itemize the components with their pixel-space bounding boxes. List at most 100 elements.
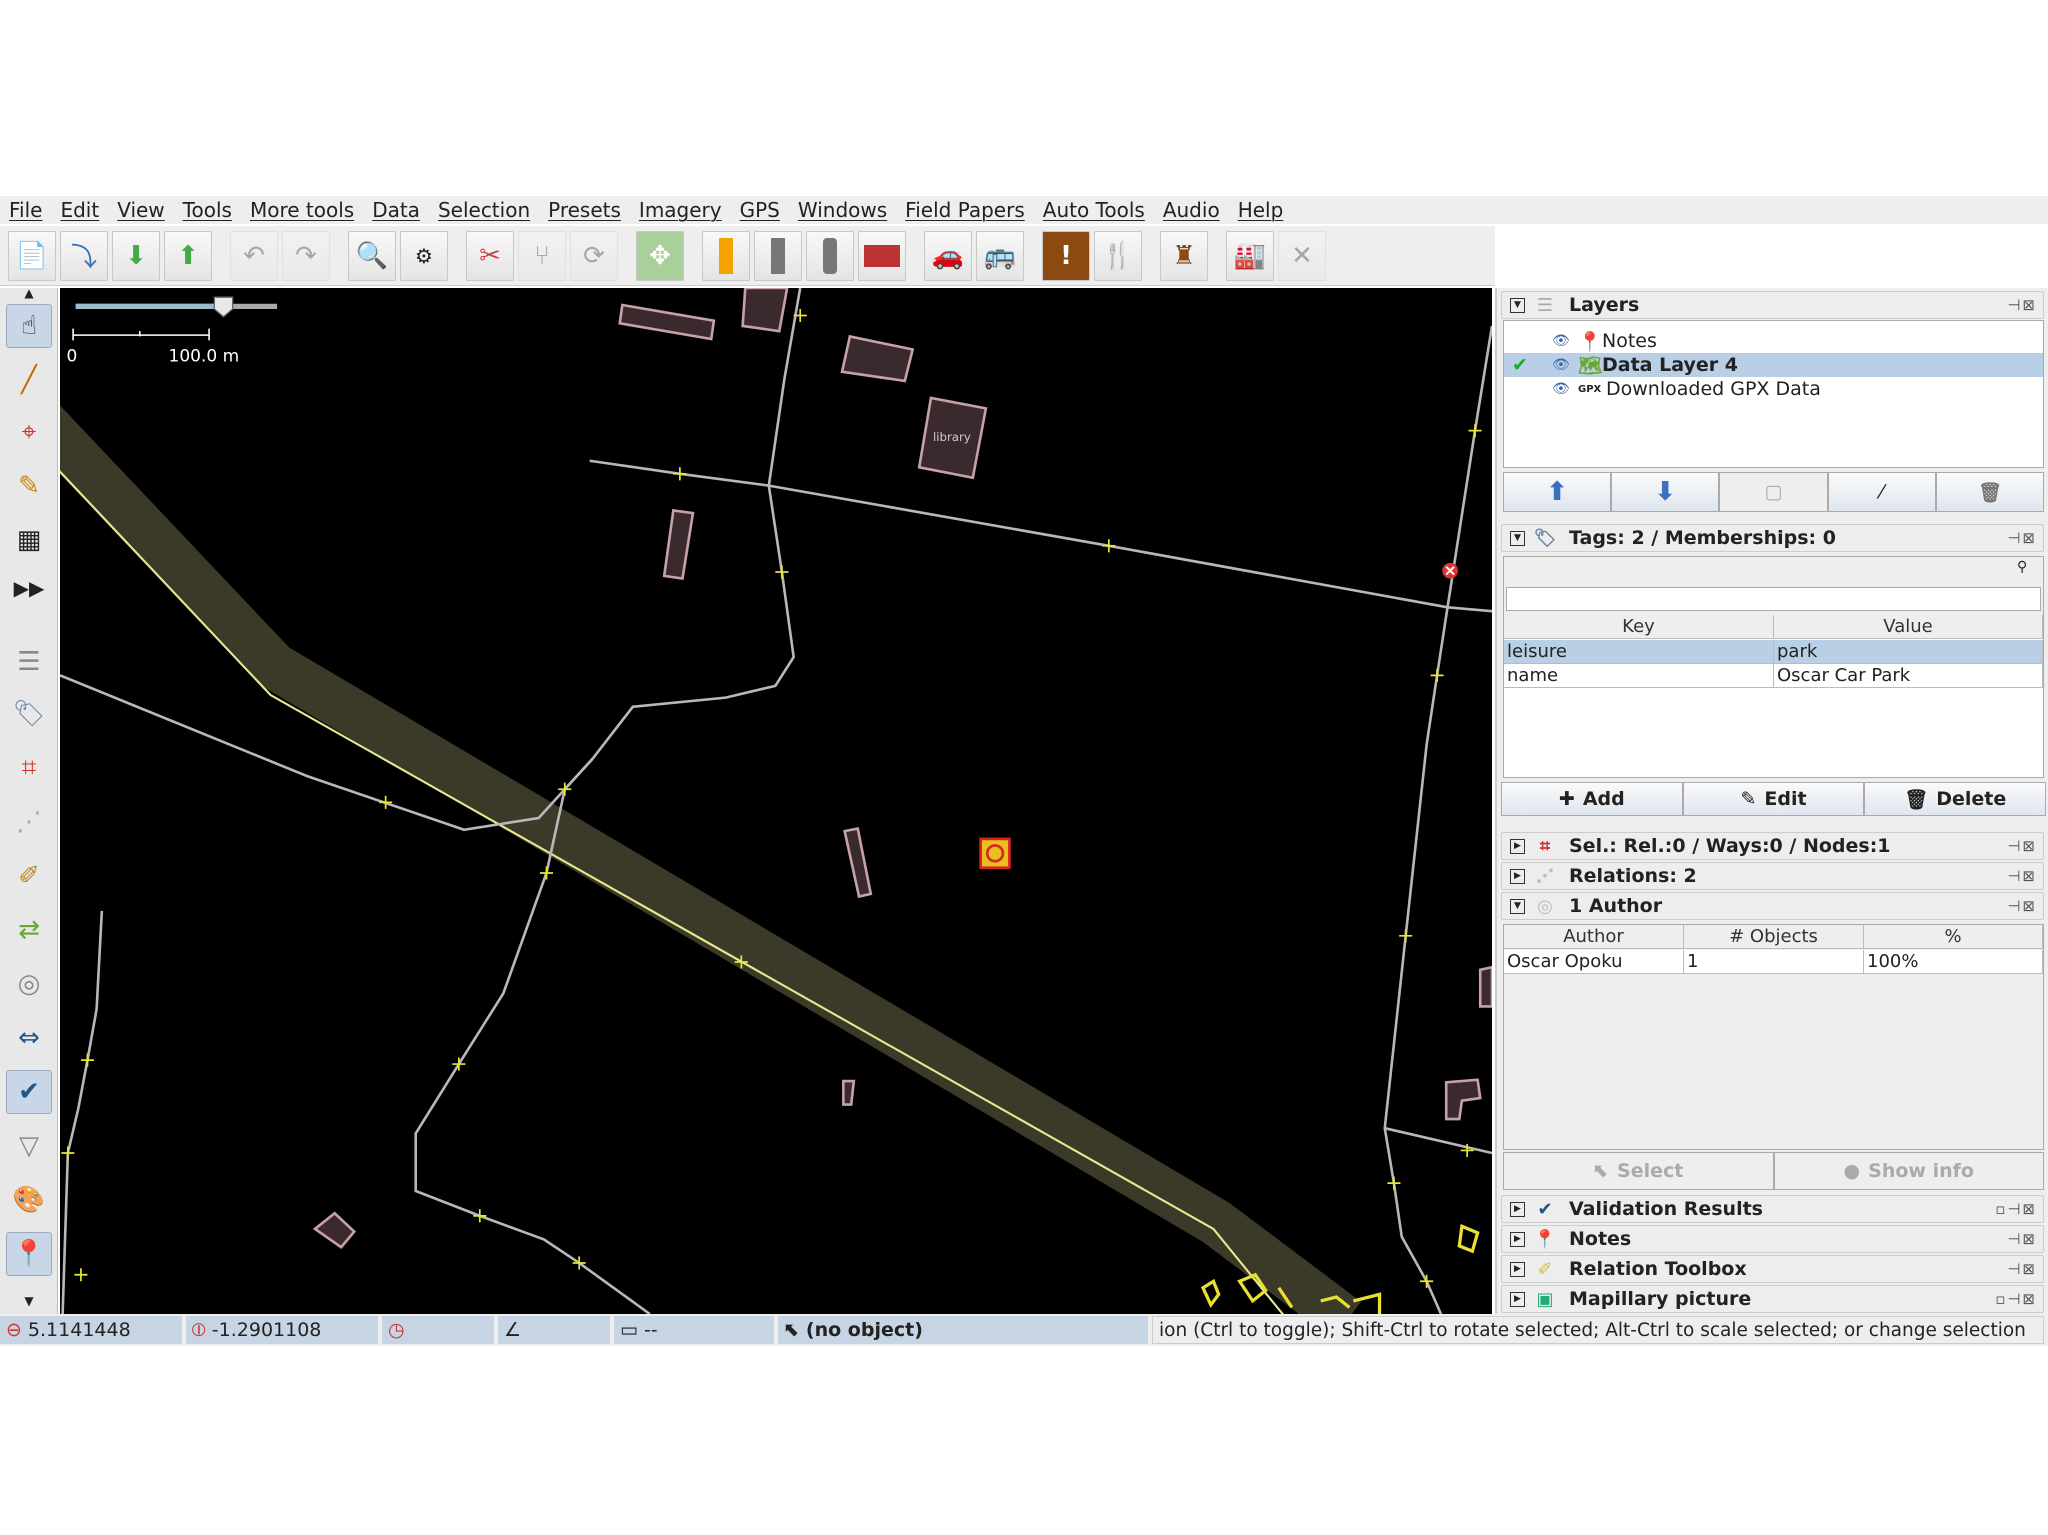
expand-toggle-icon[interactable]: ▶: [1510, 868, 1525, 884]
move-up-button[interactable]: ⬆: [1503, 472, 1612, 512]
menu-audio[interactable]: Audio: [1154, 198, 1229, 222]
layer-item-notes[interactable]: 👁 📍 Notes: [1504, 329, 2043, 353]
car-preset-icon[interactable]: 🚗: [924, 230, 972, 281]
road-way[interactable]: [589, 459, 1492, 613]
visibility-eye-icon[interactable]: 👁: [1552, 333, 1578, 349]
layers-dialog-icon[interactable]: ☰: [6, 640, 52, 684]
mapillary-dialog-header[interactable]: ▶ ▣ Mapillary picture ▫⊣⊠: [1501, 1285, 2044, 1313]
save-icon[interactable]: ⬇: [112, 230, 160, 281]
draw-mode-icon[interactable]: ╱: [6, 358, 52, 402]
pin-close-icons[interactable]: ⊣⊠: [2007, 1230, 2037, 1248]
percent-column-header[interactable]: %: [1864, 925, 2043, 949]
map-paint-styles-icon[interactable]: 🎨: [6, 1178, 52, 1222]
tag-value[interactable]: park: [1774, 640, 2043, 664]
author-column-header[interactable]: Author: [1504, 925, 1684, 949]
pin-close-icons[interactable]: ⊣⊠: [2007, 867, 2037, 885]
menu-more-tools[interactable]: More tools: [241, 198, 363, 222]
relations-dialog-header[interactable]: ▶ ⋰ Relations: 2 ⊣⊠: [1501, 862, 2044, 890]
layer-item-gpx[interactable]: 👁 GPX Downloaded GPX Data: [1504, 377, 2043, 401]
upload-icon[interactable]: ⬆: [164, 230, 212, 281]
tag-row[interactable]: leisure park: [1504, 640, 2043, 664]
building[interactable]: [1444, 1078, 1482, 1121]
pin-close-icons[interactable]: ⊣⊠: [2007, 837, 2037, 855]
layer-item-data-layer-4[interactable]: ✔ 👁 🗺 Data Layer 4: [1504, 353, 2043, 377]
refresh-icon[interactable]: ⟳: [570, 230, 618, 281]
conflict-dialog-icon[interactable]: ⇄: [6, 908, 52, 952]
delete-tag-button[interactable]: 🗑 Delete: [1864, 782, 2047, 816]
restaurant-preset-icon[interactable]: 🍴: [1094, 230, 1142, 281]
filter-dialog-icon[interactable]: ▽: [6, 1124, 52, 1168]
expand-toggle-icon[interactable]: ▶: [1510, 1291, 1525, 1307]
building[interactable]: [312, 1211, 357, 1250]
collapse-toggle-icon[interactable]: ▼: [1510, 530, 1525, 546]
tags-dialog-header[interactable]: ▼ 🏷 Tags: 2 / Memberships: 0 ⊣⊠: [1501, 524, 2044, 552]
selected-node-icon[interactable]: [979, 837, 1011, 870]
delete-layer-button[interactable]: 🗑: [1935, 472, 2045, 512]
value-column-header[interactable]: Value: [1774, 615, 2043, 639]
tags-dialog-icon[interactable]: 🏷: [6, 692, 52, 736]
expand-toggle-icon[interactable]: ▶: [1510, 1231, 1525, 1247]
tag-key[interactable]: leisure: [1504, 640, 1774, 664]
select-button[interactable]: ⬉ Select: [1503, 1152, 1774, 1190]
pin-close-icons[interactable]: ▫⊣⊠: [1995, 1290, 2037, 1308]
commands-dialog-icon[interactable]: ⇔: [6, 1016, 52, 1060]
collapse-toggle-icon[interactable]: ▼: [1510, 898, 1525, 914]
building-tool-icon[interactable]: ▦: [6, 518, 52, 562]
undo-icon[interactable]: ↶: [230, 230, 278, 281]
merge-layer-button[interactable]: ▢: [1719, 472, 1828, 512]
building[interactable]: [662, 509, 695, 581]
authors-dialog-header[interactable]: ▼ ◎ 1 Author ⊣⊠: [1501, 892, 2044, 920]
selection-dialog-icon[interactable]: ⌗: [6, 746, 52, 790]
add-tag-button[interactable]: ✚ Add: [1501, 782, 1683, 816]
menu-help[interactable]: Help: [1229, 198, 1293, 222]
expand-toggle-icon[interactable]: ▶: [1510, 1201, 1525, 1217]
layers-dialog-header[interactable]: ▼ ☰ Layers ⊣⊠: [1501, 291, 2044, 319]
tag-filter-input[interactable]: [1506, 587, 2041, 611]
notes-dialog-icon[interactable]: 📍: [6, 1232, 52, 1276]
building[interactable]: [842, 1079, 856, 1106]
menu-imagery[interactable]: Imagery: [630, 198, 731, 222]
collapse-toggle-icon[interactable]: ▼: [1510, 297, 1525, 313]
menu-gps[interactable]: GPS: [731, 198, 789, 222]
building[interactable]: [1478, 965, 1492, 1008]
open-file-icon[interactable]: 📄: [8, 230, 56, 281]
visibility-eye-icon[interactable]: 👁: [1552, 381, 1578, 397]
tag-row[interactable]: name Oscar Car Park: [1504, 664, 2043, 688]
tag-key[interactable]: name: [1504, 664, 1774, 688]
building[interactable]: [741, 288, 789, 333]
road-preset-icon[interactable]: [754, 230, 802, 281]
menu-file[interactable]: File: [0, 198, 51, 222]
scroll-down-icon[interactable]: ▼: [6, 1292, 52, 1310]
select-mode-icon[interactable]: ☝: [6, 304, 52, 348]
move-down-button[interactable]: ⬇: [1611, 472, 1720, 512]
toggle-visibility-button[interactable]: ⁄: [1827, 472, 1936, 512]
split-way-icon[interactable]: ✂: [466, 230, 514, 281]
show-info-button[interactable]: ● Show info: [1773, 1152, 2044, 1190]
note-marker-icon[interactable]: [1442, 562, 1458, 579]
author-row[interactable]: Oscar Opoku 1 100%: [1504, 950, 2043, 974]
menu-field-papers[interactable]: Field Papers: [896, 198, 1034, 222]
validation-dialog-icon[interactable]: ✔: [6, 1070, 52, 1114]
zoom-slider[interactable]: [75, 296, 278, 318]
road-way[interactable]: [1384, 1126, 1492, 1155]
relations-dialog-icon[interactable]: ⋰: [6, 800, 52, 844]
edit-tag-button[interactable]: ✎ Edit: [1682, 782, 1865, 816]
search-zoom-icon[interactable]: 🔍: [348, 230, 396, 281]
wall-preset-icon[interactable]: [858, 230, 906, 281]
redo-icon[interactable]: ↷: [282, 230, 330, 281]
menu-selection[interactable]: Selection: [429, 198, 539, 222]
selection-dialog-header[interactable]: ▶ ⌗ Sel.: Rel.:0 / Ways:0 / Nodes:1 ⊣⊠: [1501, 832, 2044, 860]
pin-close-icons[interactable]: ⊣⊠: [2007, 296, 2037, 314]
pencil-draw-icon[interactable]: ✎: [6, 464, 52, 508]
improve-way-icon[interactable]: ⌖: [6, 410, 52, 454]
pin-close-icons[interactable]: ▫⊣⊠: [1995, 1200, 2037, 1218]
history-dialog-icon[interactable]: ✐: [6, 854, 52, 898]
visibility-eye-icon[interactable]: 👁: [1552, 357, 1578, 373]
expand-toggle-icon[interactable]: ▶: [1510, 838, 1525, 854]
pin-close-icons[interactable]: ⊣⊠: [2007, 1260, 2037, 1278]
download-icon[interactable]: ⤵: [60, 230, 108, 281]
bus-preset-icon[interactable]: 🚌: [976, 230, 1024, 281]
road-way[interactable]: [61, 910, 104, 1314]
menu-auto-tools[interactable]: Auto Tools: [1034, 198, 1154, 222]
road-way[interactable]: [1383, 325, 1492, 1314]
